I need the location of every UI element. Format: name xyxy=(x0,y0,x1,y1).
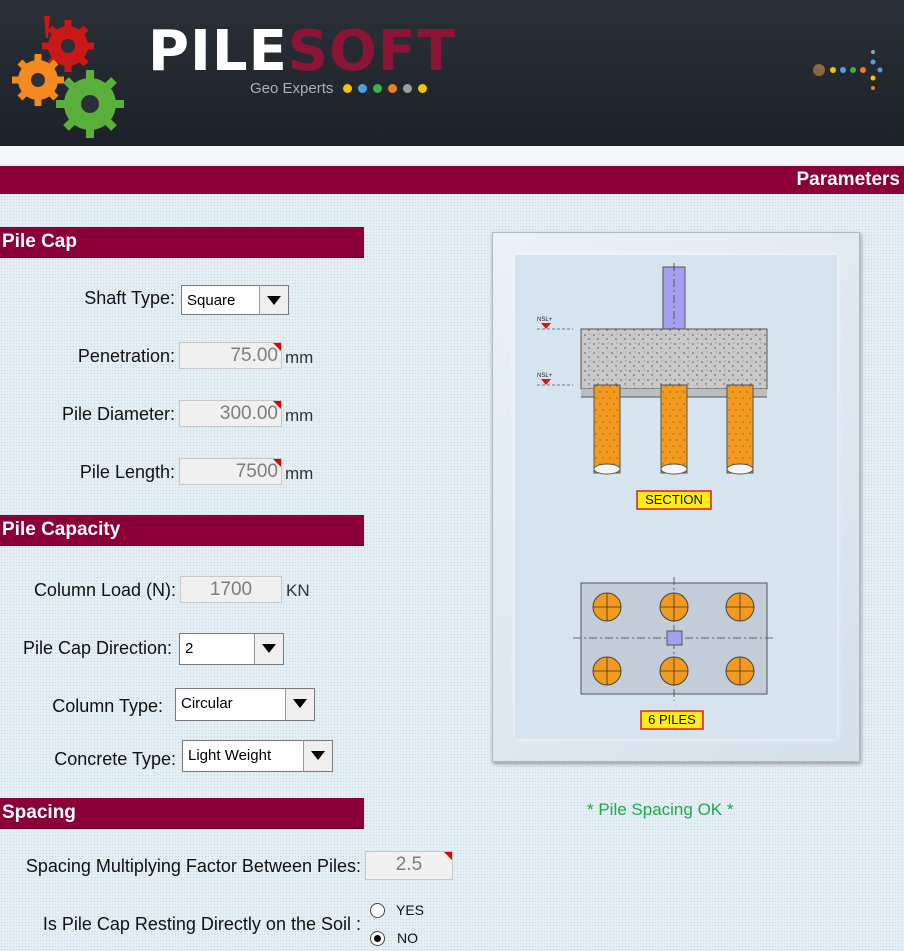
multiplying-factor-value: 2.5 xyxy=(395,854,423,875)
pile-spacing-status: * Pile Spacing OK * xyxy=(587,800,734,819)
pile-section-1 xyxy=(593,384,621,474)
column-type-select[interactable]: Circular xyxy=(175,688,315,721)
pile-diameter-field[interactable]: 300.00 xyxy=(179,400,282,427)
concrete-type-value: Light Weight xyxy=(188,747,272,764)
spacing-header: Spacing xyxy=(0,798,364,829)
penetration-unit: mm xyxy=(285,348,314,367)
pile-cap-header: Pile Cap xyxy=(0,227,364,258)
penetration-value: 75.00 xyxy=(230,345,278,366)
chevron-down-icon[interactable] xyxy=(254,634,283,664)
pile-cap-diagram: NSL+ NSL+ SECTION 6 PILES xyxy=(537,263,775,730)
tagline-dot xyxy=(388,84,397,93)
pile-length-field[interactable]: 7500 xyxy=(179,458,282,485)
column-load-unit: KN xyxy=(286,581,310,600)
plan-view: 6 PILES xyxy=(573,577,775,730)
app-header: PILESOFT Geo Experts xyxy=(0,0,904,150)
tagline-dot xyxy=(403,84,412,93)
pile-section-3 xyxy=(726,384,754,474)
pile-section-2 xyxy=(660,384,688,474)
level-marker-bottom: NSL+ xyxy=(537,373,553,379)
pile-length-value: 7500 xyxy=(235,461,278,482)
comment-marker-icon xyxy=(273,401,281,409)
section-view: NSL+ NSL+ SECTION xyxy=(537,263,768,510)
column-load-field[interactable]: 1700 xyxy=(180,576,282,603)
comment-marker-icon xyxy=(273,343,281,351)
brand-part1: PILE xyxy=(148,19,288,84)
pile-capacity-title: Pile Capacity xyxy=(2,519,121,540)
tagline-dot xyxy=(343,84,352,93)
pile-diameter-label: Pile Diameter: xyxy=(61,404,175,424)
chevron-down-icon[interactable] xyxy=(285,689,314,720)
header-separator xyxy=(0,146,904,164)
plan-label: 6 PILES xyxy=(648,712,696,727)
chevron-down-icon[interactable] xyxy=(303,741,332,771)
column-plan xyxy=(666,630,683,646)
pile-cap-direction-value: 2 xyxy=(185,640,194,657)
radio-yes[interactable] xyxy=(370,903,385,918)
pile-diameter-value: 300.00 xyxy=(219,403,278,424)
brand-part2: SOFT xyxy=(287,19,457,84)
pile-length-unit: mm xyxy=(285,464,314,483)
spacing-title: Spacing xyxy=(2,802,76,823)
tagline-dot xyxy=(358,84,367,93)
multiplying-factor-field[interactable]: 2.5 xyxy=(365,851,453,880)
diagram-panel: NSL+ NSL+ SECTION 6 PILES xyxy=(492,232,860,762)
parameters-label: Parameters xyxy=(796,169,900,190)
pile-cap-title: Pile Cap xyxy=(2,231,77,252)
column-load-value: 1700 xyxy=(209,579,253,600)
multiplying-factor-label: Spacing Multiplying Factor Between Piles… xyxy=(25,856,361,876)
radio-yes-label: YES xyxy=(396,902,425,918)
tagline-dot xyxy=(418,84,427,93)
gears-icon xyxy=(12,16,124,138)
radio-no[interactable] xyxy=(370,931,385,946)
brand-title: PILESOFT xyxy=(148,22,456,82)
shaft-type-label: Shaft Type: xyxy=(84,288,175,308)
level-marker-top: NSL+ xyxy=(537,317,553,323)
column-load-label: Column Load (N): xyxy=(33,580,176,600)
tagline: Geo Experts xyxy=(250,80,334,97)
dots-arrow-icon xyxy=(813,50,883,90)
penetration-field[interactable]: 75.00 xyxy=(179,342,282,369)
pile-cap-direction-select[interactable]: 2 xyxy=(179,633,284,665)
chevron-down-icon[interactable] xyxy=(259,286,288,314)
column-type-label: Column Type: xyxy=(52,696,163,716)
comment-marker-icon xyxy=(444,852,452,860)
column-type-value: Circular xyxy=(181,695,233,712)
shaft-type-select[interactable]: Square xyxy=(181,285,289,315)
tagline-dots xyxy=(343,84,427,93)
pile-cap-section xyxy=(580,328,768,390)
concrete-type-label: Concrete Type: xyxy=(54,749,176,769)
shaft-type-value: Square xyxy=(187,292,236,309)
radio-no-label: NO xyxy=(397,930,418,946)
parameters-bar: Parameters xyxy=(0,166,904,194)
penetration-label: Penetration: xyxy=(77,346,175,366)
pile-capacity-header: Pile Capacity xyxy=(0,515,364,546)
resting-on-soil-label: Is Pile Cap Resting Directly on the Soil… xyxy=(42,914,361,934)
tagline-dot xyxy=(373,84,382,93)
comment-marker-icon xyxy=(273,459,281,467)
concrete-type-select[interactable]: Light Weight xyxy=(182,740,333,772)
pile-cap-direction-label: Pile Cap Direction: xyxy=(22,638,172,658)
pile-diameter-unit: mm xyxy=(285,406,314,425)
section-label: SECTION xyxy=(645,492,703,507)
pile-length-label: Pile Length: xyxy=(79,462,175,482)
